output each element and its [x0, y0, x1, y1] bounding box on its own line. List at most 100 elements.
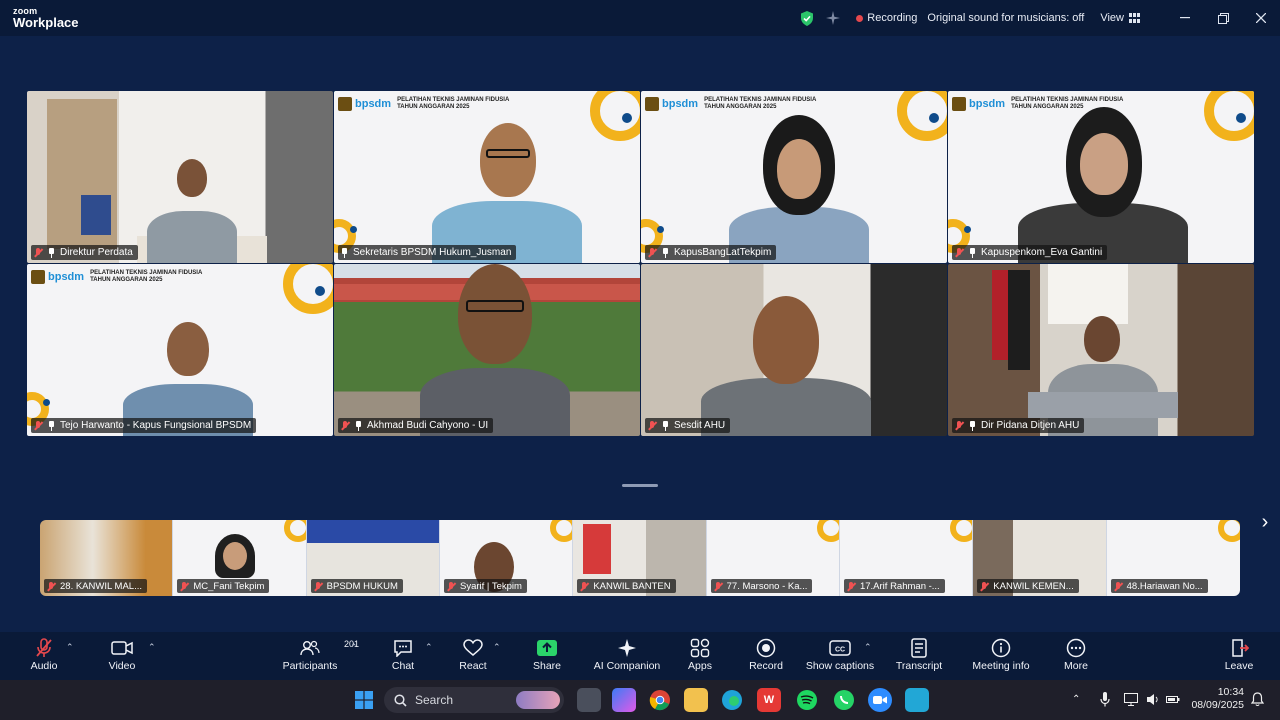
ai-companion-button[interactable]: AI Companion [594, 636, 660, 678]
heart-icon [463, 639, 483, 656]
apps-button[interactable]: Apps [686, 636, 714, 678]
audio-options-chevron-icon[interactable]: ⌃ [66, 642, 74, 653]
filmstrip-tile[interactable]: KANWIL BANTEN [573, 520, 707, 596]
volume-icon[interactable] [1146, 693, 1160, 711]
video-tile[interactable]: bpsdm PELATIHAN TEKNIS JAMINAN FIDUSIA TA… [641, 91, 947, 263]
edge-icon[interactable] [720, 688, 744, 712]
agency-crest-icon [645, 97, 659, 111]
captions-options-chevron-icon[interactable]: ⌃ [864, 642, 872, 653]
record-button[interactable]: Record [748, 636, 784, 678]
participant-name-tag: Kapuspenkom_Eva Gantini [952, 245, 1108, 260]
filmstrip-tile[interactable]: BPSDM HUKUM [306, 520, 440, 596]
banner-org: bpsdm [355, 98, 392, 110]
video-tile[interactable]: bpsdm PELATIHAN TEKNIS JAMINAN FIDUSIA TA… [948, 91, 1254, 263]
taskbar-search[interactable]: Search [384, 687, 564, 713]
audio-button[interactable]: Audio [26, 636, 62, 678]
video-button[interactable]: Video [104, 636, 140, 678]
original-sound-status[interactable]: Original sound for musicians: off [927, 12, 1084, 24]
tray-expand-chevron-icon[interactable]: ⌃ [1072, 694, 1080, 705]
close-window-button[interactable] [1242, 0, 1280, 36]
chrome-icon[interactable] [648, 688, 672, 712]
pin-icon [340, 247, 349, 258]
filmstrip-tile[interactable]: 77. Marsono - Ka... [706, 520, 840, 596]
ai-companion-label: AI Companion [593, 660, 661, 672]
windows-start-icon[interactable] [352, 688, 376, 712]
more-button[interactable]: More [1060, 636, 1092, 678]
minimize-button[interactable] [1166, 0, 1204, 36]
mic-muted-icon [179, 581, 190, 592]
participant-name: KANWIL KEMEN... [993, 580, 1074, 592]
participant-name-tag: Sekretaris BPSDM Hukum_Jusman [338, 245, 517, 260]
clock-time: 10:34 [1217, 686, 1244, 698]
task-view-icon[interactable] [577, 688, 601, 712]
svg-text:CC: CC [835, 647, 845, 654]
recording-indicator[interactable]: Recording [856, 12, 917, 24]
participant-name: MC_Fani Tekpim [193, 580, 265, 592]
meeting-info-label: Meeting info [972, 660, 1030, 672]
share-button[interactable]: Share [530, 636, 564, 678]
video-options-chevron-icon[interactable]: ⌃ [148, 642, 156, 653]
filmstrip-tile[interactable]: 48.Hariawan No... [1106, 520, 1240, 596]
filmstrip-tile[interactable]: MC_Fani Tekpim [173, 520, 307, 596]
meeting-toolbar: Audio ⌃ Video ⌃ 201 Participants ⌃ Chat … [0, 632, 1280, 680]
pin-icon [968, 247, 977, 258]
filmstrip-tile[interactable]: 17.Arif Rahman -... [839, 520, 974, 596]
video-tile[interactable]: Direktur Perdata [27, 91, 333, 263]
pin-icon [47, 420, 56, 431]
file-explorer-icon[interactable] [684, 688, 708, 712]
participant-name-tag: KANWIL KEMEN... [977, 579, 1079, 593]
event-banner: bpsdm PELATIHAN TEKNIS JAMINAN FIDUSIA TA… [338, 97, 509, 111]
video-tile[interactable]: Sesdit AHU [641, 264, 947, 436]
participant-name-tag: Direktur Perdata [31, 245, 138, 260]
chat-button[interactable]: Chat [388, 636, 418, 678]
participants-button[interactable]: 201 Participants [280, 636, 359, 678]
battery-icon[interactable] [1166, 693, 1180, 711]
transcript-button[interactable]: Transcript [896, 636, 942, 678]
notification-bell-icon[interactable] [1250, 692, 1265, 712]
network-icon[interactable] [1124, 693, 1138, 711]
taskbar-clock[interactable]: 10:34 08/09/2025 [1191, 686, 1244, 712]
zoom-workplace-logo: zoom Workplace [13, 7, 79, 30]
react-options-chevron-icon[interactable]: ⌃ [493, 642, 501, 653]
meeting-info-button[interactable]: Meeting info [970, 636, 1032, 678]
banner-org: bpsdm [48, 271, 85, 283]
spotify-icon[interactable] [795, 688, 819, 712]
banner-line1: PELATIHAN TEKNIS JAMINAN FIDUSIA [90, 270, 203, 276]
whatsapp-icon[interactable] [832, 688, 856, 712]
filmstrip-next-arrow-icon[interactable]: › [1256, 508, 1274, 536]
participant-name: 77. Marsono - Ka... [726, 580, 808, 592]
video-tile[interactable]: Akhmad Budi Cahyono - UI [334, 264, 640, 436]
wps-office-icon[interactable]: W [757, 688, 781, 712]
search-icon [394, 693, 407, 707]
filmstrip-tile[interactable]: 28. KANWIL MAL... [40, 520, 174, 596]
shield-check-icon[interactable] [796, 7, 818, 29]
filmstrip-tile[interactable]: Syarif | Tekpim [439, 520, 574, 596]
ai-sparkle-icon[interactable] [822, 7, 844, 29]
record-icon [756, 638, 776, 658]
react-button[interactable]: React [456, 636, 490, 678]
store-app-icon[interactable] [905, 688, 929, 712]
video-tile-active-speaker[interactable]: bpsdm PELATIHAN TEKNIS JAMINAN FIDUSIA TA… [334, 91, 640, 263]
chat-bubble-icon [394, 640, 412, 657]
participant-name-tag: Akhmad Budi Cahyono - UI [338, 418, 494, 433]
mic-muted-icon [979, 581, 990, 592]
restore-button[interactable] [1204, 0, 1242, 36]
filmstrip-tile[interactable]: KANWIL KEMEN... [973, 520, 1107, 596]
video-tile[interactable]: bpsdm PELATIHAN TEKNIS JAMINAN FIDUSIA TA… [27, 264, 333, 436]
leave-button[interactable]: Leave [1222, 636, 1256, 678]
view-button[interactable]: View [1100, 12, 1140, 24]
recording-dot-icon [856, 14, 864, 22]
closed-captions-icon: CC [829, 640, 851, 656]
recording-label: Recording [867, 12, 918, 24]
tray-mic-icon[interactable] [1100, 692, 1110, 712]
chat-options-chevron-icon[interactable]: ⌃ [425, 642, 433, 653]
participant-name-tag: KapusBangLatTekpim [645, 245, 777, 260]
copilot-icon[interactable] [612, 688, 636, 712]
resize-handle[interactable] [622, 484, 658, 487]
video-tile[interactable]: Dir Pidana Ditjen AHU [948, 264, 1254, 436]
participants-options-chevron-icon[interactable]: ⌃ [350, 642, 358, 653]
view-label: View [1100, 12, 1124, 24]
zoom-app-icon[interactable] [868, 688, 892, 712]
mic-muted-icon [713, 581, 724, 592]
mic-muted-icon [36, 638, 52, 657]
